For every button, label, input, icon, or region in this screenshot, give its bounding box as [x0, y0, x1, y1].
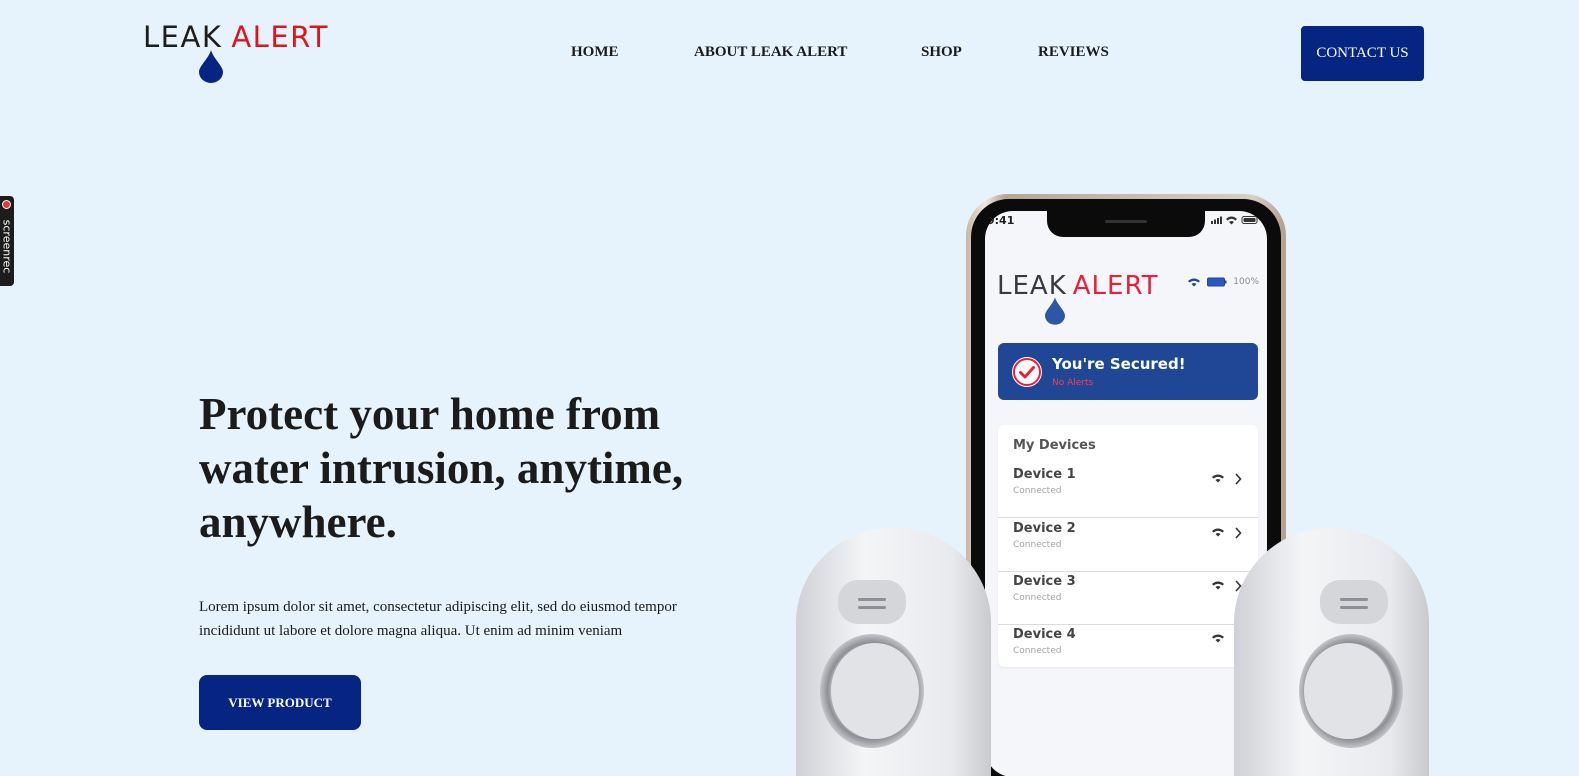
hero-title: Protect your home from water intrusion, … [199, 389, 684, 547]
wifi-icon [1212, 528, 1224, 537]
view-product-button[interactable]: VIEW PRODUCT [199, 675, 361, 730]
wifi-icon [1212, 634, 1224, 643]
record-dot-icon [2, 200, 11, 209]
water-drop-icon [1045, 297, 1065, 325]
phone-notch [1047, 211, 1205, 237]
page: LEAK ALERT HOME ABOUT LEAK ALERT SHOP REV… [0, 0, 1579, 776]
battery-icon [1207, 277, 1227, 287]
logo-word-alert: ALERT [231, 20, 329, 54]
device-status: Connected [1013, 486, 1062, 496]
chevron-right-icon [1235, 473, 1242, 485]
devices-title: My Devices [1013, 438, 1096, 453]
leak-sensor-image [1234, 528, 1429, 776]
app-status-row: 100% [1187, 277, 1259, 287]
device-status: Connected [1013, 646, 1062, 656]
device-row[interactable]: Device 1 Connected [998, 465, 1258, 518]
devices-card: My Devices Device 1 Connected Device 2 C… [998, 425, 1258, 667]
app-logo-word-alert: ALERT [1072, 271, 1159, 301]
device-name: Device 4 [1013, 627, 1076, 642]
water-drop-icon [199, 50, 223, 83]
brand-logo[interactable]: LEAK ALERT [143, 20, 327, 86]
nav-reviews[interactable]: REVIEWS [1038, 44, 1109, 61]
nav-home[interactable]: HOME [571, 44, 619, 61]
nav-shop[interactable]: SHOP [921, 44, 962, 61]
device-status: Connected [1013, 540, 1062, 550]
phone-screen: 9:41 LEAK ALERT 100% You're Secured! No … [985, 211, 1267, 776]
wifi-icon [1188, 278, 1201, 287]
secured-status-card[interactable]: You're Secured! No Alerts [998, 343, 1258, 400]
screenrec-label: screenrec [0, 219, 14, 274]
device-row[interactable]: Device 2 Connected [998, 519, 1258, 572]
battery-percent: 100% [1233, 277, 1259, 287]
device-name: Device 2 [1013, 521, 1076, 536]
secured-title: You're Secured! [1052, 355, 1186, 373]
secured-subtitle: No Alerts [1052, 378, 1094, 388]
screenrec-tab[interactable]: screenrec [0, 196, 14, 286]
checkmark-circle-icon [1012, 357, 1042, 387]
device-name: Device 3 [1013, 574, 1076, 589]
device-name: Device 1 [1013, 467, 1076, 482]
hero-body: Lorem ipsum dolor sit amet, consectetur … [199, 599, 677, 639]
device-status: Connected [1013, 593, 1062, 603]
status-bar-icons [1211, 216, 1258, 225]
contact-us-button[interactable]: CONTACT US [1301, 26, 1424, 81]
wifi-icon [1212, 474, 1224, 483]
logo-wordmark: LEAK ALERT [143, 20, 327, 54]
logo-word-leak: LEAK [143, 20, 223, 54]
status-time: 9:41 [987, 214, 1015, 227]
nav-about[interactable]: ABOUT LEAK ALERT [694, 44, 847, 61]
wifi-icon [1212, 581, 1224, 590]
app-logo-wordmark: LEAK ALERT [997, 271, 1159, 301]
device-row[interactable]: Device 3 Connected [998, 572, 1258, 625]
app-logo: LEAK ALERT [997, 271, 1159, 325]
device-row[interactable]: Device 4 Connected [998, 625, 1258, 678]
leak-sensor-image [796, 528, 991, 776]
speaker-grille [1105, 220, 1147, 223]
